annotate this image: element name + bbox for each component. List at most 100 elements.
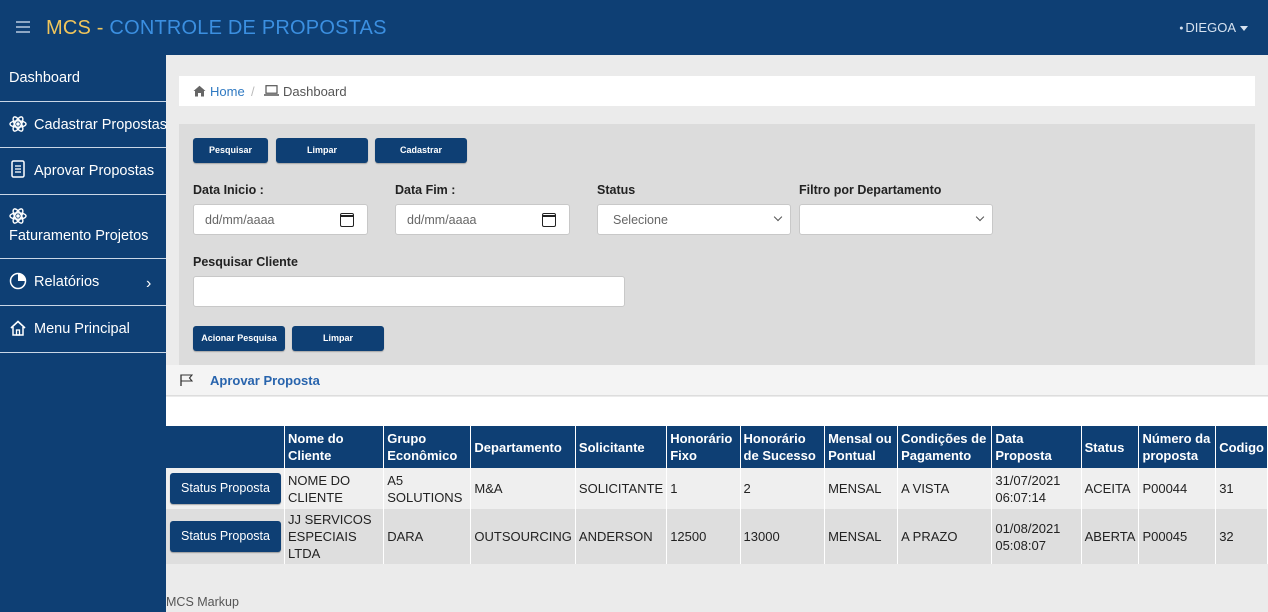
column-header[interactable]: Honorário Fixo	[666, 426, 741, 468]
table-cell: Status Proposta	[166, 509, 285, 564]
table-cell: 1	[666, 468, 741, 509]
status-proposta-button[interactable]: Status Proposta	[170, 521, 281, 552]
atom-icon	[9, 116, 27, 132]
client-search-input[interactable]	[193, 276, 625, 307]
atom-icon	[9, 208, 27, 224]
table-cell: JJ SERVICOS ESPECIAIS LTDA	[284, 509, 385, 564]
user-name: DIEGOA	[1185, 20, 1236, 35]
chevron-down-icon	[773, 212, 783, 222]
sidebar-item-label: Aprovar Propostas	[34, 163, 155, 179]
table-cell: SOLICITANTE	[575, 468, 668, 509]
home-icon	[10, 320, 26, 336]
date-start-placeholder: dd/mm/aaaa	[205, 213, 275, 227]
document-list-icon	[11, 160, 25, 178]
sidebar-item-label: Menu Principal	[34, 321, 130, 337]
date-start-label: Data Inicio :	[193, 183, 264, 197]
laptop-icon	[264, 85, 279, 96]
user-dot-icon: ●	[1179, 25, 1184, 33]
sidebar-item-label: Faturamento Projetos	[9, 228, 149, 244]
table-cell: A VISTA	[897, 468, 993, 509]
table-cell: 01/08/2021 05:08:07	[991, 509, 1082, 564]
filter-panel: Pesquisar Limpar Cadastrar Data Inicio :…	[179, 124, 1255, 365]
status-label: Status	[597, 183, 636, 197]
sidebar-item-label: Cadastrar Propostas	[34, 117, 167, 133]
sidebar-item-label: Dashboard	[9, 70, 80, 86]
table-cell: ABERTA	[1081, 509, 1140, 564]
footer-text: MCS Markup	[166, 595, 239, 609]
table-row: Status Proposta JJ SERVICOS ESPECIAIS LT…	[166, 509, 1268, 564]
column-header[interactable]: Status	[1081, 426, 1140, 468]
table-cell: 2	[740, 468, 826, 509]
sidebar-item-label: Relatórios	[34, 274, 100, 290]
column-header	[166, 426, 285, 468]
cadastrar-button[interactable]: Cadastrar	[375, 138, 467, 163]
status-select[interactable]: Selecione	[597, 204, 791, 235]
date-start-input[interactable]: dd/mm/aaaa	[193, 204, 368, 235]
column-header[interactable]: Nome do Cliente	[284, 426, 385, 468]
sidebar-item-cadastrar-propostas[interactable]: Cadastrar Propostas	[0, 102, 167, 148]
table-cell: P00044	[1138, 468, 1217, 509]
limpar-button[interactable]: Limpar	[276, 138, 368, 163]
table-cell: 32	[1215, 509, 1268, 564]
column-header[interactable]: Mensal ou Pontual	[824, 426, 899, 468]
app-title: MCS - CONTROLE DE PROPOSTAS	[46, 17, 387, 40]
client-search-label: Pesquisar Cliente	[193, 255, 298, 269]
table-cell: 31	[1215, 468, 1268, 509]
table-cell: ANDERSON	[575, 509, 668, 564]
table-spacer	[166, 397, 1268, 426]
status-proposta-button[interactable]: Status Proposta	[170, 473, 281, 504]
sidebar-item-menu-principal[interactable]: Menu Principal	[0, 306, 166, 353]
department-select[interactable]	[799, 204, 993, 235]
column-header[interactable]: Data Proposta	[991, 426, 1082, 468]
status-select-value: Selecione	[613, 213, 668, 227]
table-cell: 13000	[740, 509, 826, 564]
column-header[interactable]: Codigo	[1215, 426, 1268, 468]
user-menu[interactable]: ● DIEGOA	[1179, 20, 1248, 35]
table-cell: OUTSOURCING	[470, 509, 576, 564]
breadcrumb: Home / Dashboard	[179, 76, 1255, 106]
sidebar-item-aprovar-propostas[interactable]: Aprovar Propostas	[0, 148, 166, 195]
approve-proposal-header: Aprovar Proposta	[166, 365, 1268, 396]
department-filter-label: Filtro por Departamento	[799, 183, 942, 197]
chevron-right-icon: ›	[146, 275, 152, 292]
table-cell: MENSAL	[824, 468, 899, 509]
column-header[interactable]: Departamento	[470, 426, 576, 468]
top-navbar: MCS - CONTROLE DE PROPOSTAS ● DIEGOA	[0, 0, 1268, 55]
calendar-icon[interactable]	[542, 213, 556, 227]
pesquisar-button[interactable]: Pesquisar	[193, 138, 268, 163]
table-cell: DARA	[383, 509, 472, 564]
acionar-pesquisa-button[interactable]: Acionar Pesquisa	[193, 326, 285, 351]
table-row: Status Proposta NOME DO CLIENTE A5 SOLUT…	[166, 468, 1268, 509]
limpar-search-button[interactable]: Limpar	[292, 326, 384, 351]
breadcrumb-separator: /	[251, 84, 255, 99]
home-icon	[193, 85, 206, 97]
table-cell: NOME DO CLIENTE	[284, 468, 385, 509]
sidebar-item-dashboard[interactable]: Dashboard	[0, 55, 166, 102]
column-header[interactable]: Número da proposta	[1138, 426, 1217, 468]
breadcrumb-home-link[interactable]: Home	[210, 84, 245, 99]
chevron-down-icon	[975, 212, 985, 222]
column-header[interactable]: Grupo Econômico	[383, 426, 472, 468]
sidebar-item-relatorios[interactable]: Relatórios ›	[0, 259, 166, 306]
hamburger-menu-icon[interactable]	[16, 21, 30, 33]
table-cell: 31/07/2021 06:07:14	[991, 468, 1082, 509]
app-title-main: CONTROLE DE PROPOSTAS	[109, 17, 387, 39]
table-cell: M&A	[470, 468, 576, 509]
column-header[interactable]: Honorário de Sucesso	[740, 426, 826, 468]
date-end-label: Data Fim :	[395, 183, 456, 197]
table-cell: 12500	[666, 509, 741, 564]
caret-down-icon	[1240, 26, 1248, 32]
table-cell: ACEITA	[1081, 468, 1140, 509]
table-cell: MENSAL	[824, 509, 899, 564]
column-header[interactable]: Condições de Pagamento	[897, 426, 993, 468]
column-header[interactable]: Solicitante	[575, 426, 668, 468]
table-header-row: Nome do Cliente Grupo Econômico Departam…	[166, 426, 1268, 468]
sidebar-item-faturamento-projetos[interactable]: Faturamento Projetos	[0, 195, 166, 259]
table-cell: A PRAZO	[897, 509, 993, 564]
table-cell: P00045	[1138, 509, 1217, 564]
date-end-input[interactable]: dd/mm/aaaa	[395, 204, 570, 235]
breadcrumb-current: Dashboard	[283, 84, 347, 99]
proposals-table: Nome do Cliente Grupo Econômico Departam…	[166, 426, 1268, 564]
approve-proposal-link[interactable]: Aprovar Proposta	[210, 373, 320, 388]
calendar-icon[interactable]	[340, 213, 354, 227]
